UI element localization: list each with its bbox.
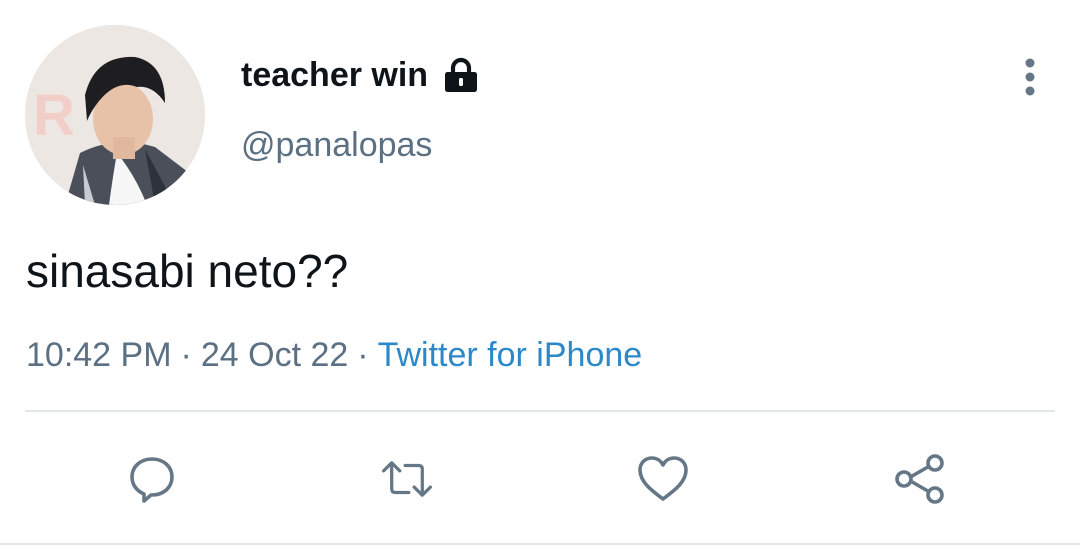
like-button[interactable] — [636, 452, 690, 506]
share-icon — [895, 454, 944, 504]
more-options-button[interactable] — [1010, 56, 1050, 98]
separator: · — [180, 336, 192, 374]
retweet-button[interactable] — [380, 452, 434, 506]
user-handle[interactable]: @panalopas — [241, 126, 432, 165]
tweet-text: sinasabi neto?? — [26, 245, 349, 297]
tweet-time[interactable]: 10:42 PM — [26, 336, 172, 374]
separator: · — [357, 336, 369, 374]
reply-icon — [130, 457, 174, 503]
avatar[interactable]: R — [25, 25, 205, 205]
share-button[interactable] — [893, 452, 947, 506]
tweet-source-link[interactable]: Twitter for iPhone — [378, 336, 643, 374]
tweet-date[interactable]: 24 Oct 22 — [201, 336, 348, 374]
lock-icon — [442, 57, 480, 95]
svg-text:R: R — [33, 83, 75, 148]
avatar-image: R — [25, 25, 205, 205]
reply-button[interactable] — [125, 452, 179, 506]
retweet-icon — [381, 461, 433, 497]
display-name[interactable]: teacher win — [241, 56, 428, 95]
display-name-row[interactable]: teacher win — [241, 56, 480, 95]
more-vertical-icon — [1025, 58, 1035, 96]
divider — [0, 543, 1080, 545]
tweet-metadata: 10:42 PM · 24 Oct 22 · Twitter for iPhone — [26, 336, 642, 375]
divider — [25, 410, 1055, 412]
heart-icon — [638, 456, 688, 501]
